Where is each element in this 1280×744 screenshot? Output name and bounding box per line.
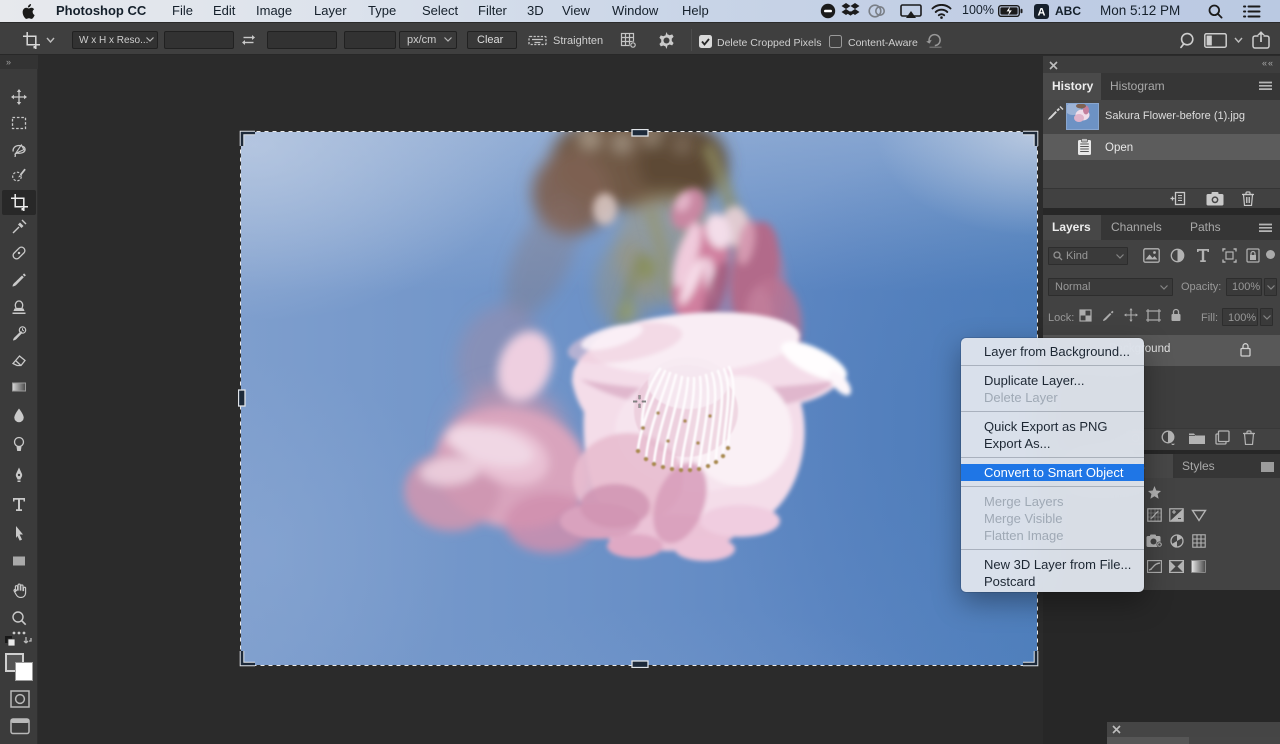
- svg-text:A: A: [1038, 6, 1046, 18]
